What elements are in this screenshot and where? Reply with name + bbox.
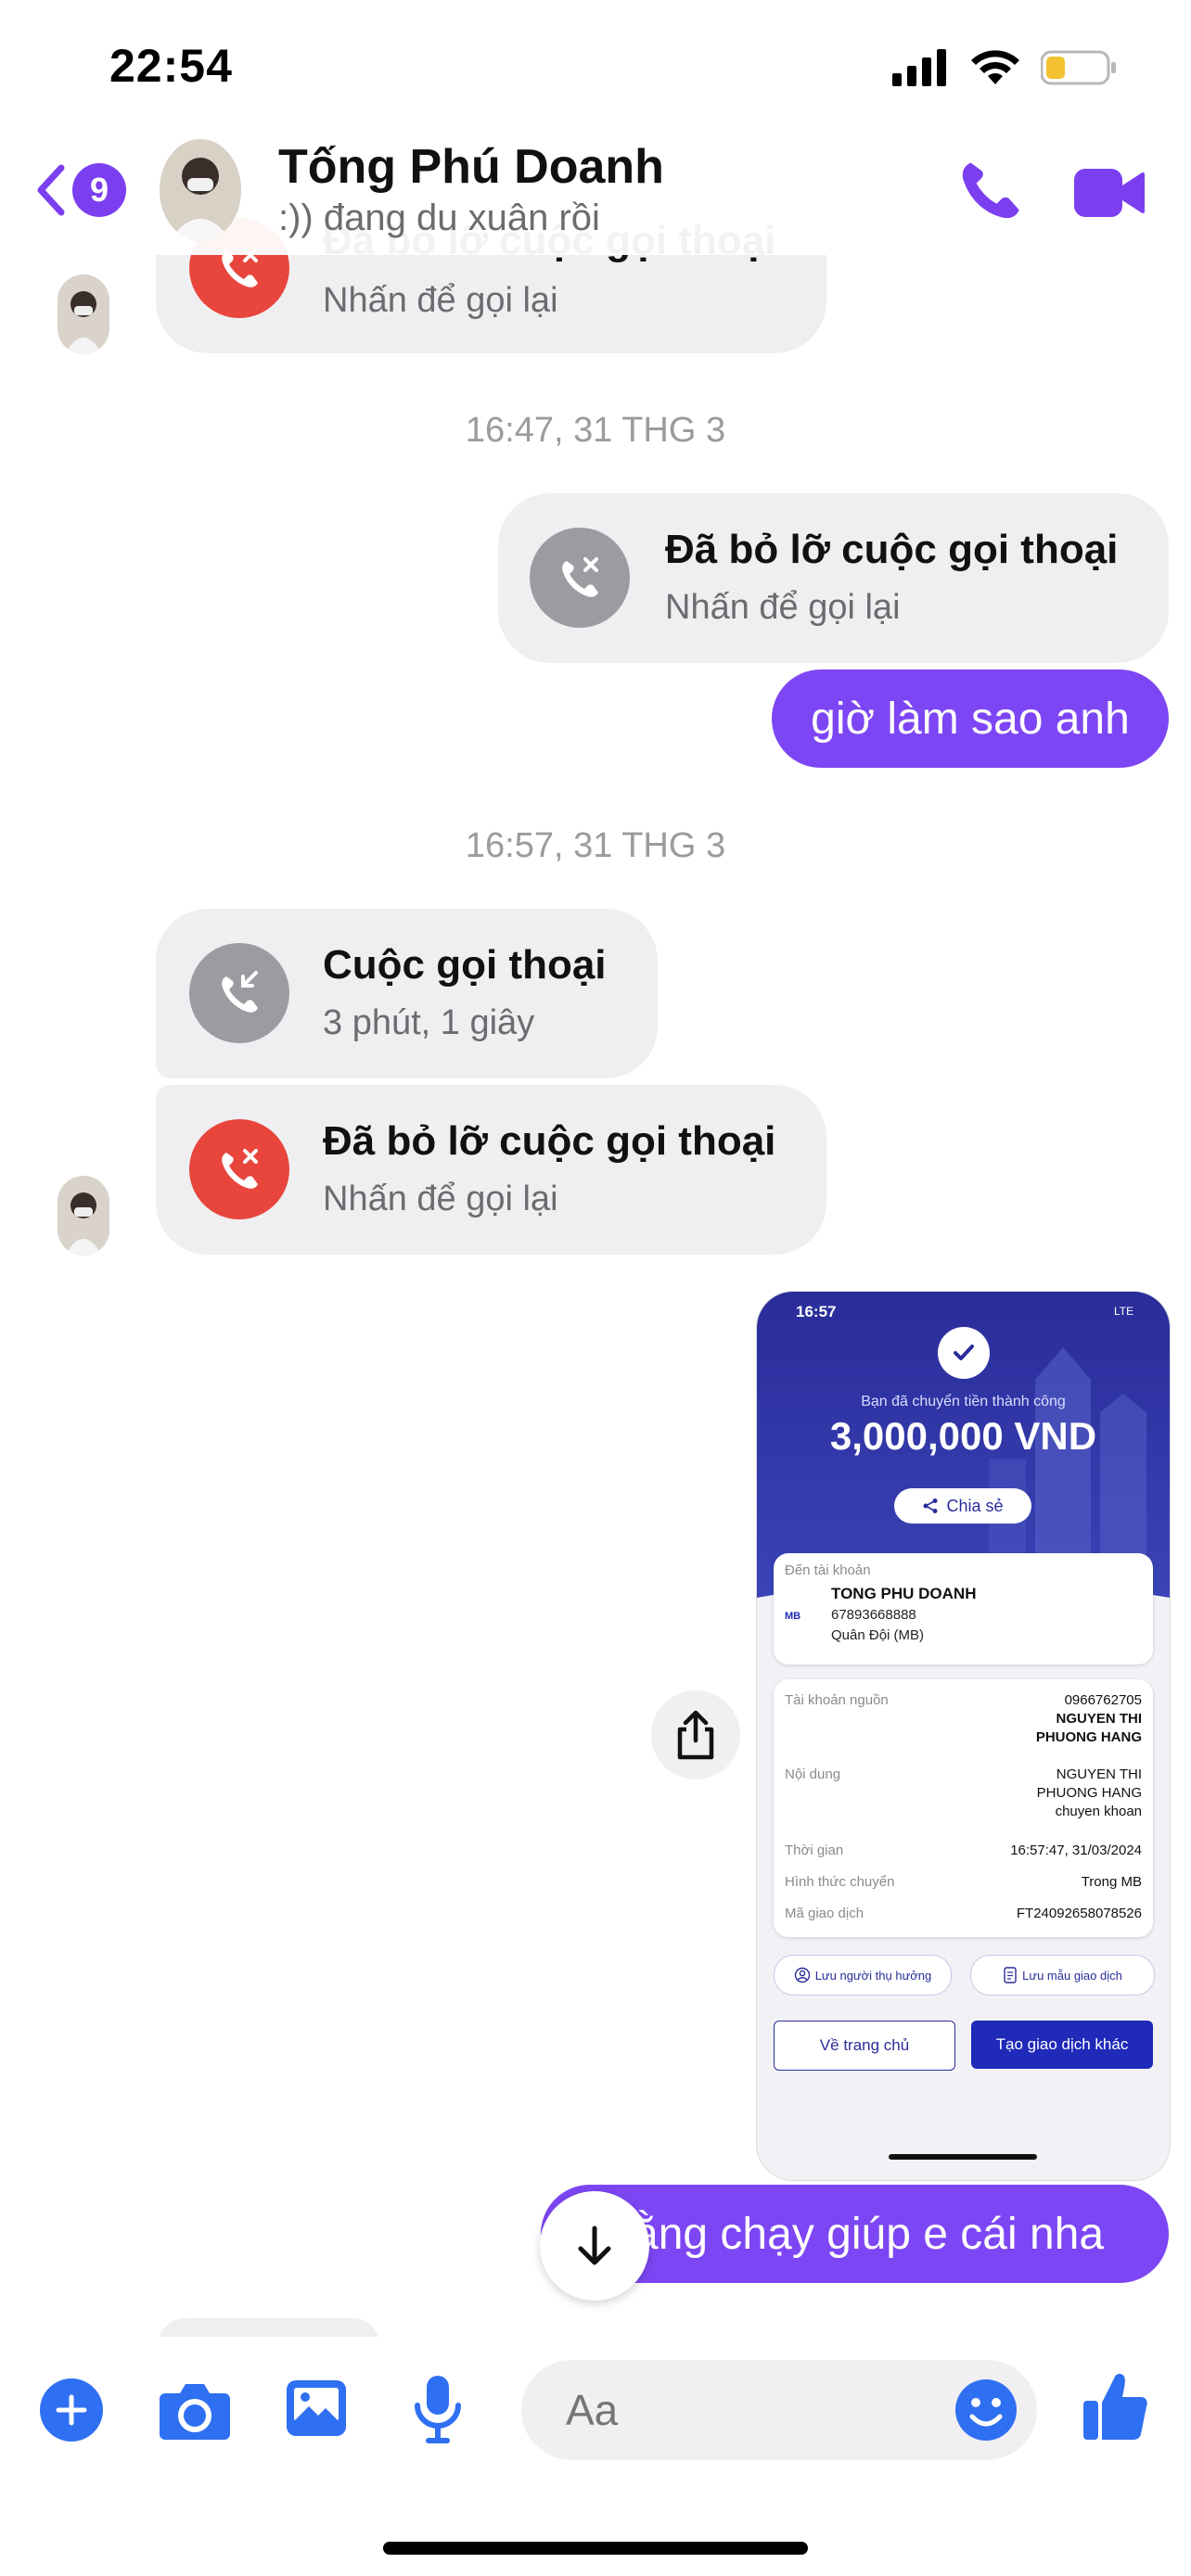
back-icon <box>37 164 65 216</box>
unread-badge: 9 <box>72 163 126 217</box>
timestamp-separator: 16:57, 31 THG 3 <box>465 826 726 865</box>
bank-logo: MB <box>785 1611 801 1622</box>
receipt-status-network: LTE <box>1114 1305 1134 1318</box>
transaction-details-card: Tài khoản nguồn 0966762705 NGUYEN THI PH… <box>774 1679 1153 1937</box>
missed-call-card-outgoing[interactable]: Đã bỏ lỡ cuộc gọi thoại Nhấn để gọi lại <box>498 493 1169 663</box>
save-template-label: Lưu mẫu giao dịch <box>1022 1968 1122 1983</box>
video-call-button[interactable] <box>1067 156 1150 230</box>
amount: 3,000,000 VND <box>829 1414 1097 1458</box>
detail-value: Trong MB <box>1081 1874 1142 1890</box>
emoji-button[interactable] <box>954 2378 1018 2447</box>
receipt-home-indicator <box>889 2154 1037 2160</box>
user-icon <box>794 1967 810 1983</box>
status-icons <box>892 45 1117 91</box>
call-title: Đã bỏ lỡ cuộc gọi thoại <box>323 1118 776 1164</box>
detail-label: Hình thức chuyển <box>785 1874 895 1890</box>
call-subtitle: 3 phút, 1 giây <box>323 1003 535 1042</box>
detail-label: Nội dung <box>785 1766 841 1782</box>
save-template-button[interactable]: Lưu mẫu giao dịch <box>970 1955 1155 1996</box>
call-subtitle: Nhấn để gọi lại <box>665 588 901 627</box>
detail-value: chuyen khoan <box>1055 1804 1142 1819</box>
contact-avatar[interactable] <box>160 139 241 241</box>
incoming-call-icon <box>189 943 289 1043</box>
plus-icon <box>56 2394 87 2426</box>
mic-icon <box>415 2376 461 2443</box>
voice-call-button[interactable] <box>954 153 1028 227</box>
share-icon <box>677 1710 714 1760</box>
share-label: Chia sẻ <box>946 1496 1004 1515</box>
status-time: 22:54 <box>109 40 233 92</box>
call-subtitle: Nhấn để gọi lại <box>323 1180 558 1218</box>
call-title: Cuộc gọi thoại <box>323 942 607 988</box>
battery-icon <box>1041 50 1116 85</box>
detail-value: NGUYEN THI <box>1056 1766 1142 1782</box>
missed-call-icon <box>189 1119 289 1219</box>
receipt-status-time: 16:57 <box>796 1303 837 1320</box>
success-check-icon <box>938 1327 990 1379</box>
detail-value: NGUYEN THI <box>1056 1711 1142 1727</box>
contact-avatar-small[interactable] <box>58 274 109 354</box>
back-button[interactable]: 9 <box>33 158 135 223</box>
message-text: ằng chạy giúp e cái nha <box>634 2209 1105 2259</box>
scroll-down-icon <box>578 2225 611 2265</box>
wifi-icon <box>971 50 1019 84</box>
contact-name[interactable]: Tống Phú Doanh <box>278 139 664 195</box>
missed-call-card-incoming[interactable]: Đã bỏ lỡ cuộc gọi thoại Nhấn để gọi lại <box>156 1085 826 1255</box>
message-text: giờ làm sao anh <box>811 694 1130 744</box>
detail-label: Thời gian <box>785 1843 844 1858</box>
camera-icon <box>160 2384 230 2440</box>
detail-value: FT24092658078526 <box>1016 1906 1142 1921</box>
detail-value: 16:57:47, 31/03/2024 <box>1010 1843 1142 1858</box>
gallery-button[interactable] <box>283 2375 350 2446</box>
contact-status: :)) đang du xuân rồi <box>278 198 600 238</box>
voice-message-button[interactable] <box>410 2372 466 2451</box>
scroll-to-bottom-button[interactable] <box>540 2191 649 2301</box>
document-icon <box>1004 1967 1017 1983</box>
video-icon <box>1074 169 1145 217</box>
detail-value: 0966762705 <box>1064 1692 1142 1708</box>
outgoing-message-bubble[interactable]: giờ làm sao anh <box>772 670 1169 768</box>
to-account-label: Đến tài khoản <box>785 1562 871 1578</box>
home-button[interactable]: Về trang chủ <box>774 2021 955 2071</box>
call-subtitle: Nhấn để gọi lại <box>323 281 558 320</box>
save-beneficiary-label: Lưu người thụ hưởng <box>814 1968 932 1983</box>
save-beneficiary-button[interactable]: Lưu người thụ hưởng <box>774 1955 952 1996</box>
new-transaction-button[interactable]: Tạo giao dịch khác <box>971 2021 1153 2069</box>
detail-value: PHUONG HANG <box>1035 1729 1142 1745</box>
success-text: Bạn đã chuyển tiền thành công <box>861 1394 1066 1409</box>
like-button[interactable] <box>1080 2369 1150 2448</box>
voice-call-card[interactable]: Cuộc gọi thoại 3 phút, 1 giây <box>156 909 658 1078</box>
contact-avatar-small[interactable] <box>58 1176 109 1256</box>
call-title: Đã bỏ lỡ cuộc gọi thoại <box>665 527 1119 572</box>
camera-button[interactable] <box>158 2377 232 2448</box>
beneficiary-account: 67893668888 <box>831 1607 916 1623</box>
transfer-receipt-image[interactable]: 16:57 LTE Bạn đã chuyển tiền thành công … <box>756 1291 1171 2181</box>
share-image-button[interactable] <box>651 1690 740 1779</box>
phone-icon <box>962 162 1019 219</box>
more-actions-button[interactable] <box>40 2378 103 2442</box>
like-icon <box>1083 2374 1147 2440</box>
detail-label: Mã giao dịch <box>785 1906 864 1921</box>
image-icon <box>287 2380 346 2436</box>
detail-label: Tài khoản nguồn <box>785 1692 889 1708</box>
missed-call-icon <box>530 528 630 628</box>
signal-icon <box>892 49 946 86</box>
timestamp-separator: 16:47, 31 THG 3 <box>465 411 726 450</box>
beneficiary-name: TONG PHU DOANH <box>831 1585 977 1602</box>
detail-value: PHUONG HANG <box>1036 1785 1142 1801</box>
home-indicator <box>383 2542 808 2555</box>
beneficiary-bank: Quân Đội (MB) <box>831 1627 925 1643</box>
emoji-icon <box>955 2379 1017 2441</box>
share-receipt-button[interactable]: Chia sẻ <box>894 1488 1031 1524</box>
share-icon <box>923 1498 938 1513</box>
beneficiary-card: Đến tài khoản MB TONG PHU DOANH 67893668… <box>774 1553 1153 1664</box>
